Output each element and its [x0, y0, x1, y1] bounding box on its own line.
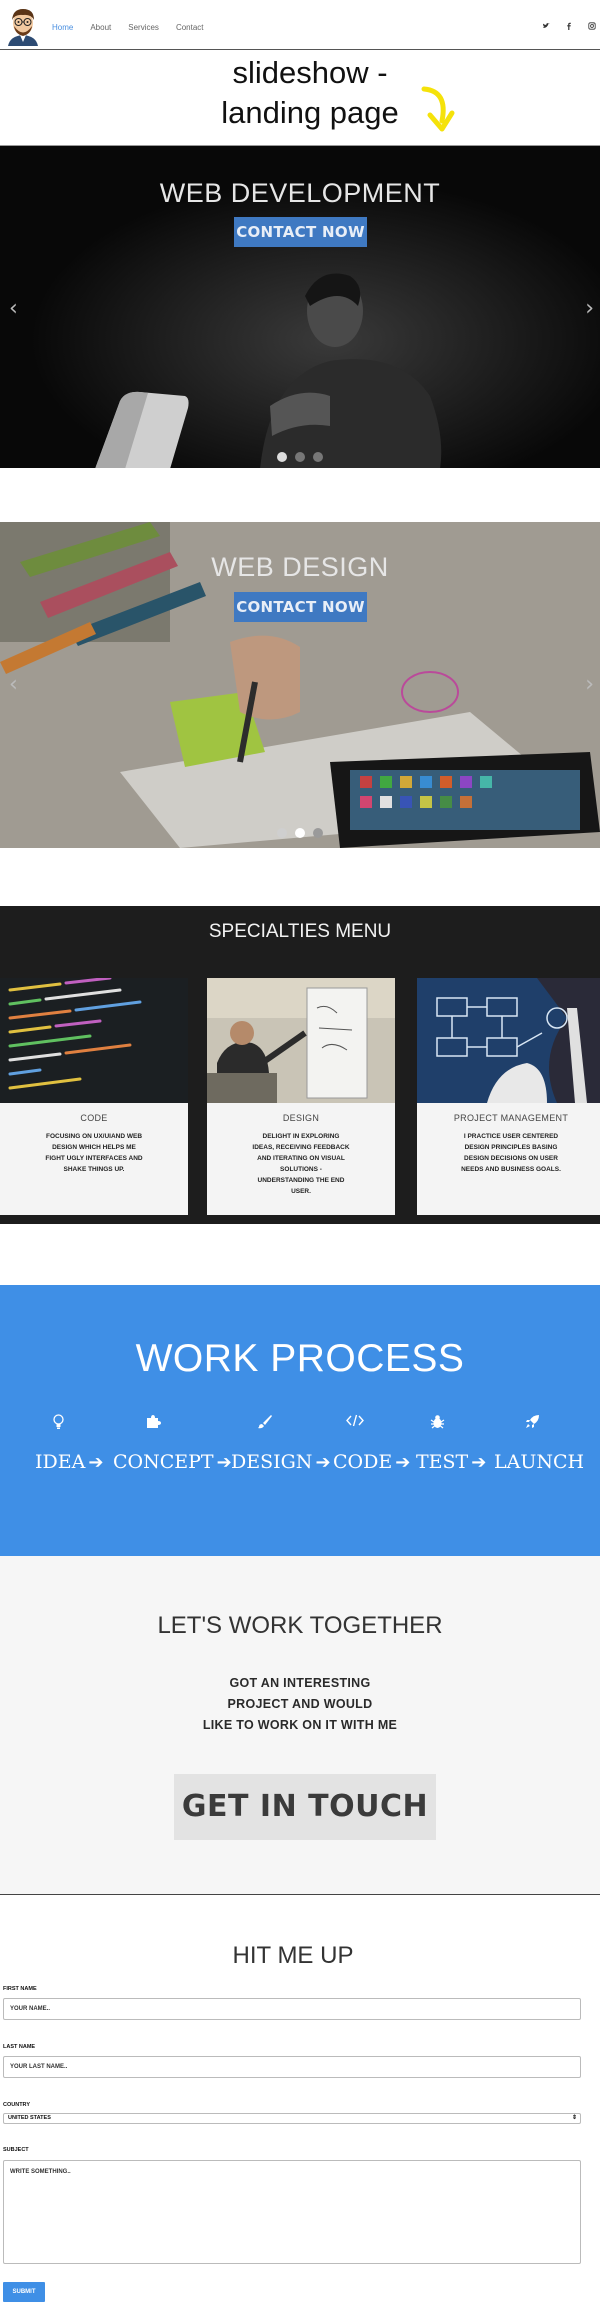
next-slide-chevron-icon[interactable]: ›: [585, 296, 594, 321]
prev-slide-chevron-icon[interactable]: ‹: [9, 672, 18, 697]
process-step-concept: CONCEPT ➔: [113, 1451, 232, 1473]
card-description: DELIGHT IN EXPLORING IDEAS, RECEIVING FE…: [252, 1133, 350, 1195]
flowchart-image: [417, 978, 600, 1103]
contact-form-section: HIT ME UP FIRST NAME YOUR NAME.. LAST NA…: [0, 1896, 600, 2306]
slide-dot[interactable]: [295, 452, 305, 462]
social-links: [541, 22, 596, 32]
nav-links: Home About Services Contact: [52, 23, 221, 32]
first-name-label: FIRST NAME: [3, 1986, 37, 1992]
next-slide-chevron-icon[interactable]: ›: [585, 672, 594, 697]
lightbulb-icon: [48, 1414, 68, 1432]
contact-now-button[interactable]: CONTACT NOW: [234, 592, 367, 622]
avatar-logo[interactable]: [4, 6, 42, 46]
country-value: UNITED STATES: [8, 2115, 51, 2121]
section-title: LET'S WORK TOGETHER: [157, 1612, 443, 1639]
section-title: SPECIALTIES MENU: [208, 921, 392, 942]
prev-slide-chevron-icon[interactable]: ‹: [9, 296, 18, 321]
slide-indicators: [277, 828, 323, 838]
step-label: LAUNCH: [494, 1451, 585, 1473]
specialty-card-design: DESIGN DELIGHT IN EXPLORING IDEAS, RECEI…: [207, 978, 395, 1215]
slide-dot[interactable]: [277, 452, 287, 462]
process-step-test: TEST ➔: [416, 1451, 486, 1473]
card-title: CODE: [80, 1113, 108, 1123]
section-title: HIT ME UP: [232, 1942, 354, 1969]
last-name-field[interactable]: YOUR LAST NAME..: [3, 2056, 581, 2078]
twitter-icon[interactable]: [541, 22, 550, 32]
slide-dot[interactable]: [295, 828, 305, 838]
nav-link-services[interactable]: Services: [128, 23, 159, 32]
country-label: COUNTRY: [3, 2102, 30, 2108]
last-name-label: LAST NAME: [3, 2044, 36, 2050]
contact-now-button[interactable]: CONTACT NOW: [234, 217, 367, 247]
annotation-line-2: landing page: [221, 95, 399, 130]
text-line: PROJECT AND WOULD: [227, 1697, 373, 1711]
text-line: LIKE TO WORK ON IT WITH ME: [202, 1718, 398, 1732]
subject-label: SUBJECT: [3, 2147, 29, 2153]
slide-dot[interactable]: [313, 828, 323, 838]
nav-link-about[interactable]: About: [90, 23, 111, 32]
hero-slide-web-design: WEB DESIGN CONTACT NOW ‹ ›: [0, 522, 600, 848]
section-title: WORK PROCESS: [135, 1337, 465, 1380]
step-label: CODE: [333, 1451, 393, 1473]
process-step-idea: IDEA ➔: [35, 1451, 103, 1473]
facebook-icon[interactable]: [564, 22, 573, 32]
code-screen-image: [0, 978, 188, 1103]
get-in-touch-button[interactable]: GET IN TOUCH: [174, 1774, 436, 1840]
arrow-right-icon: ➔: [315, 1452, 331, 1473]
country-select[interactable]: UNITED STATES ⇕: [3, 2113, 581, 2124]
select-arrows-icon: ⇕: [571, 2115, 577, 2121]
submit-button[interactable]: SUBMIT: [3, 2282, 45, 2302]
instagram-icon[interactable]: [587, 22, 596, 32]
nav-link-contact[interactable]: Contact: [176, 23, 204, 32]
annotation-line-1: slideshow -: [232, 55, 388, 90]
whiteboard-image: [207, 978, 395, 1103]
slide-title: WEB DEVELOPMENT: [159, 178, 441, 208]
card-title: PROJECT MANAGEMENT: [453, 1113, 569, 1123]
slide-dot[interactable]: [277, 828, 287, 838]
process-step-code: CODE ➔: [333, 1451, 410, 1473]
annotation-text: slideshow - landing page: [190, 53, 430, 133]
step-label: IDEA: [35, 1451, 86, 1473]
arrow-right-icon: ➔: [216, 1452, 232, 1473]
bug-icon: [427, 1414, 447, 1432]
specialty-card-code: CODE FOCUSING ON UX/UIAND WEB DESIGN WHI…: [0, 978, 188, 1215]
card-title: DESIGN: [282, 1113, 320, 1123]
work-together-text: GOT AN INTERESTING PROJECT AND WOULD LIK…: [0, 1673, 600, 1736]
step-label: CONCEPT: [113, 1451, 214, 1473]
arrow-right-icon: ➔: [395, 1452, 411, 1473]
puzzle-icon: [143, 1414, 163, 1432]
arrow-right-icon: ➔: [471, 1452, 487, 1473]
slide-title: WEB DESIGN: [211, 552, 389, 582]
annotation-arrow-icon: [421, 86, 455, 132]
hero-slide-web-development: WEB DEVELOPMENT CONTACT NOW ‹ ›: [0, 145, 600, 468]
text-line: GOT AN INTERESTING: [229, 1676, 371, 1690]
card-description: FOCUSING ON UX/UIAND WEB DESIGN WHICH HE…: [45, 1133, 143, 1173]
subject-textarea[interactable]: WRITE SOMETHING..: [3, 2160, 581, 2264]
rocket-icon: [522, 1414, 542, 1432]
arrow-right-icon: ➔: [88, 1452, 104, 1473]
nav-link-home[interactable]: Home: [52, 23, 73, 32]
slide-indicators: [277, 452, 323, 462]
specialty-card-project-management: PROJECT MANAGEMENT I PRACTICE USER CENTE…: [417, 978, 600, 1215]
first-name-field[interactable]: YOUR NAME..: [3, 1998, 581, 2020]
card-description: I PRACTICE USER CENTERED DESIGN PRINCIPL…: [461, 1133, 561, 1173]
code-icon: [345, 1414, 365, 1430]
slide-dot[interactable]: [313, 452, 323, 462]
work-process-section: WORK PROCESS IDEA ➔ CONCEPT ➔ DESIGN ➔ CODE…: [0, 1285, 600, 1556]
work-together-section: LET'S WORK TOGETHER GOT AN INTERESTING P…: [0, 1556, 600, 1895]
top-navbar: Home About Services Contact: [0, 0, 600, 50]
step-label: TEST: [416, 1451, 469, 1473]
step-label: DESIGN: [231, 1451, 313, 1473]
process-step-design: DESIGN ➔: [231, 1451, 331, 1473]
specialties-section: SPECIALTIES MENU CODE FOCUSING ON UX/UIA…: [0, 906, 600, 1224]
brush-icon: [254, 1414, 274, 1432]
process-step-launch: LAUNCH: [494, 1451, 584, 1473]
